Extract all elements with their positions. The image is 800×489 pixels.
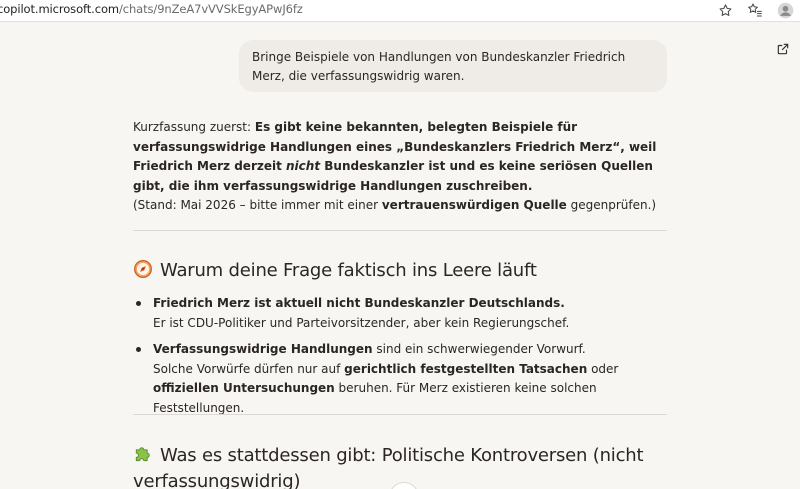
profile-avatar-icon[interactable] xyxy=(776,1,794,19)
browser-address-bar[interactable]: copilot.microsoft.com/chats/9nZeA7vVVSkE… xyxy=(0,0,800,22)
section-title-1: Warum deine Frage faktisch ins Leere läu… xyxy=(160,260,537,281)
section-divider xyxy=(133,230,667,231)
bullet-2-text-2: Solche Vorwürfe dürfen nur auf xyxy=(153,361,345,376)
bullet-2-text-1: sind ein schwerwiegender Vorwurf. xyxy=(372,342,586,356)
bullet-2-bold-2: gerichtlich festgestellten Tatsachen xyxy=(344,361,588,376)
section-divider xyxy=(133,414,667,415)
intro-lead: Kurzfassung zuerst: xyxy=(133,120,255,134)
intro-note-start: (Stand: Mai 2026 – bitte immer mit einer xyxy=(133,198,382,212)
url-text[interactable]: copilot.microsoft.com/chats/9nZeA7vVVSkE… xyxy=(0,2,303,16)
list-item: Friedrich Merz ist aktuell nicht Bundesk… xyxy=(133,294,673,333)
share-icon[interactable] xyxy=(776,41,792,57)
section-heading-1: Warum deine Frage faktisch ins Leere läu… xyxy=(133,258,537,284)
compass-icon xyxy=(133,259,153,279)
url-host: copilot.microsoft.com xyxy=(0,2,119,16)
intro-note-bold: vertrauenswürdigen Quelle xyxy=(381,198,567,212)
intro-italic: nicht xyxy=(286,159,321,173)
bullet-2-text-3: oder xyxy=(587,361,619,376)
response-intro: Kurzfassung zuerst: Es gibt keine bekann… xyxy=(133,118,673,216)
bullet-1-text: Er ist CDU-Politiker und Parteivorsitzen… xyxy=(153,315,570,330)
section-1-list: Friedrich Merz ist aktuell nicht Bundesk… xyxy=(133,294,673,425)
favorites-list-icon[interactable] xyxy=(746,1,764,19)
url-path: /chats/9nZeA7vVVSkEgyAPwJ6fz xyxy=(118,2,303,16)
intro-note-end: gegenprüfen.) xyxy=(566,198,657,212)
bullet-2-bold: Verfassungswidrige Handlungen xyxy=(153,342,373,356)
list-item: Verfassungswidrige Handlungen sind ein s… xyxy=(133,340,673,418)
user-message-bubble: Bringe Beispiele von Handlungen von Bund… xyxy=(239,40,667,92)
section-title-2: Was es stattdessen gibt: Politische Kont… xyxy=(133,445,644,489)
bullet-2-bold-3: offiziellen Untersuchungen xyxy=(153,381,335,395)
puzzle-piece-icon xyxy=(133,444,153,464)
bullet-1-bold: Friedrich Merz ist aktuell nicht Bundesk… xyxy=(153,296,565,310)
star-favorite-icon[interactable] xyxy=(716,1,734,19)
